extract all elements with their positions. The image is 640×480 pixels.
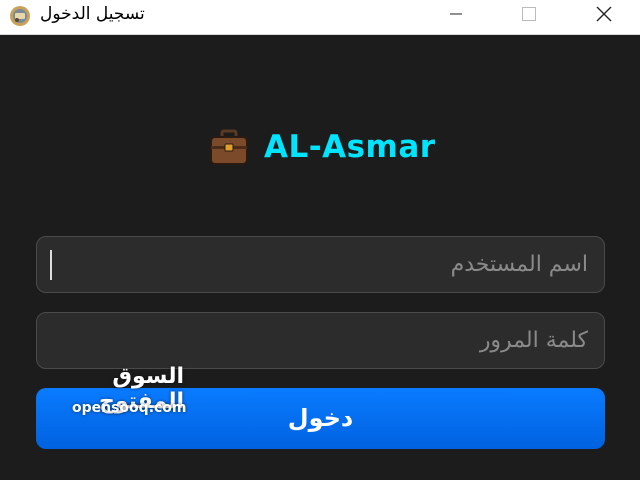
username-field[interactable]: [36, 236, 605, 293]
brand-header: AL-Asmar: [208, 126, 436, 168]
window-titlebar[interactable]: تسجيل الدخول: [0, 0, 640, 35]
close-icon: [596, 6, 612, 22]
login-button-label: دخول: [287, 404, 354, 432]
app-icon: [10, 6, 30, 26]
maximize-icon: [522, 7, 536, 21]
password-input[interactable]: [37, 313, 604, 368]
minimize-button[interactable]: [434, 0, 478, 28]
username-input[interactable]: [37, 237, 604, 292]
close-button[interactable]: [582, 0, 626, 28]
login-button[interactable]: دخول: [36, 388, 605, 449]
maximize-button[interactable]: [507, 0, 551, 28]
login-panel: AL-Asmar دخول: [0, 36, 640, 480]
briefcase-icon: [210, 129, 248, 165]
window-title: تسجيل الدخول: [40, 4, 145, 24]
brand-name: AL-Asmar: [264, 129, 436, 165]
minimize-icon: [450, 13, 462, 15]
text-caret: [50, 250, 52, 280]
password-field[interactable]: [36, 312, 605, 369]
